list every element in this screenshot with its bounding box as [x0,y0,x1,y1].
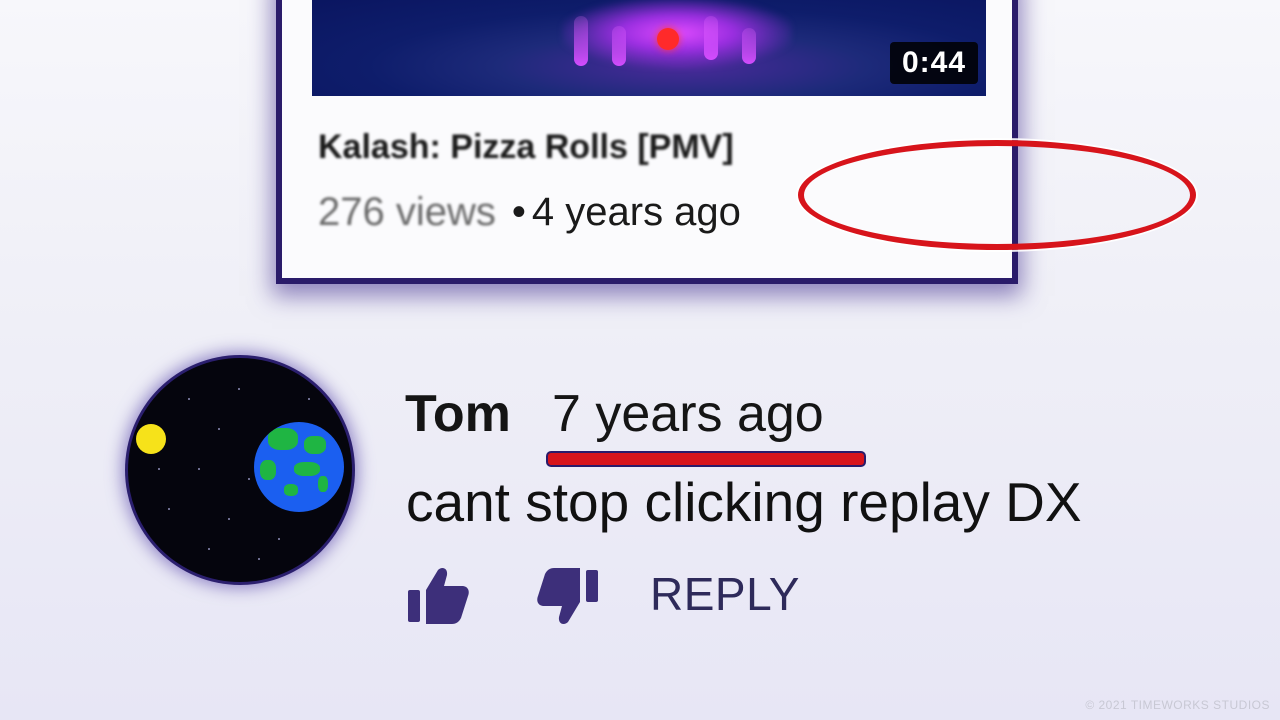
video-views: 276 views [318,190,496,234]
reply-button[interactable]: REPLY [650,567,800,621]
thumbnail-light [657,28,679,50]
dislike-button[interactable] [536,566,602,631]
avatar-sun [136,424,166,454]
thumbnail-flame [704,16,718,60]
video-meta: 276 views • 4 years ago [318,190,741,235]
highlight-underline [548,453,864,465]
avatar-earth [254,422,344,512]
thumbs-up-icon [408,567,469,624]
thumbnail-flame [612,26,626,66]
avatar[interactable] [128,358,352,582]
thumbnail-flame [742,28,756,64]
thumbnail-flame [574,16,588,66]
like-button[interactable] [404,566,470,631]
video-title[interactable]: Kalash: Pizza Rolls [PMV] [318,128,734,167]
thumbs-down-icon [537,568,598,625]
highlight-circle [798,140,1196,250]
video-upload-age: 4 years ago [531,190,741,234]
comment-text: cant stop clicking replay DX [406,471,1082,533]
watermark: © 2021 TIMEWORKS STUDIOS [1085,698,1270,712]
video-thumbnail[interactable]: 0:44 [312,0,986,96]
video-card[interactable]: 0:44 Kalash: Pizza Rolls [PMV] 276 views… [282,0,1196,278]
meta-separator: • [511,190,526,234]
video-duration-badge: 0:44 [889,42,978,84]
comment-timestamp[interactable]: 7 years ago [552,384,824,444]
comment-author[interactable]: Tom [405,384,511,444]
